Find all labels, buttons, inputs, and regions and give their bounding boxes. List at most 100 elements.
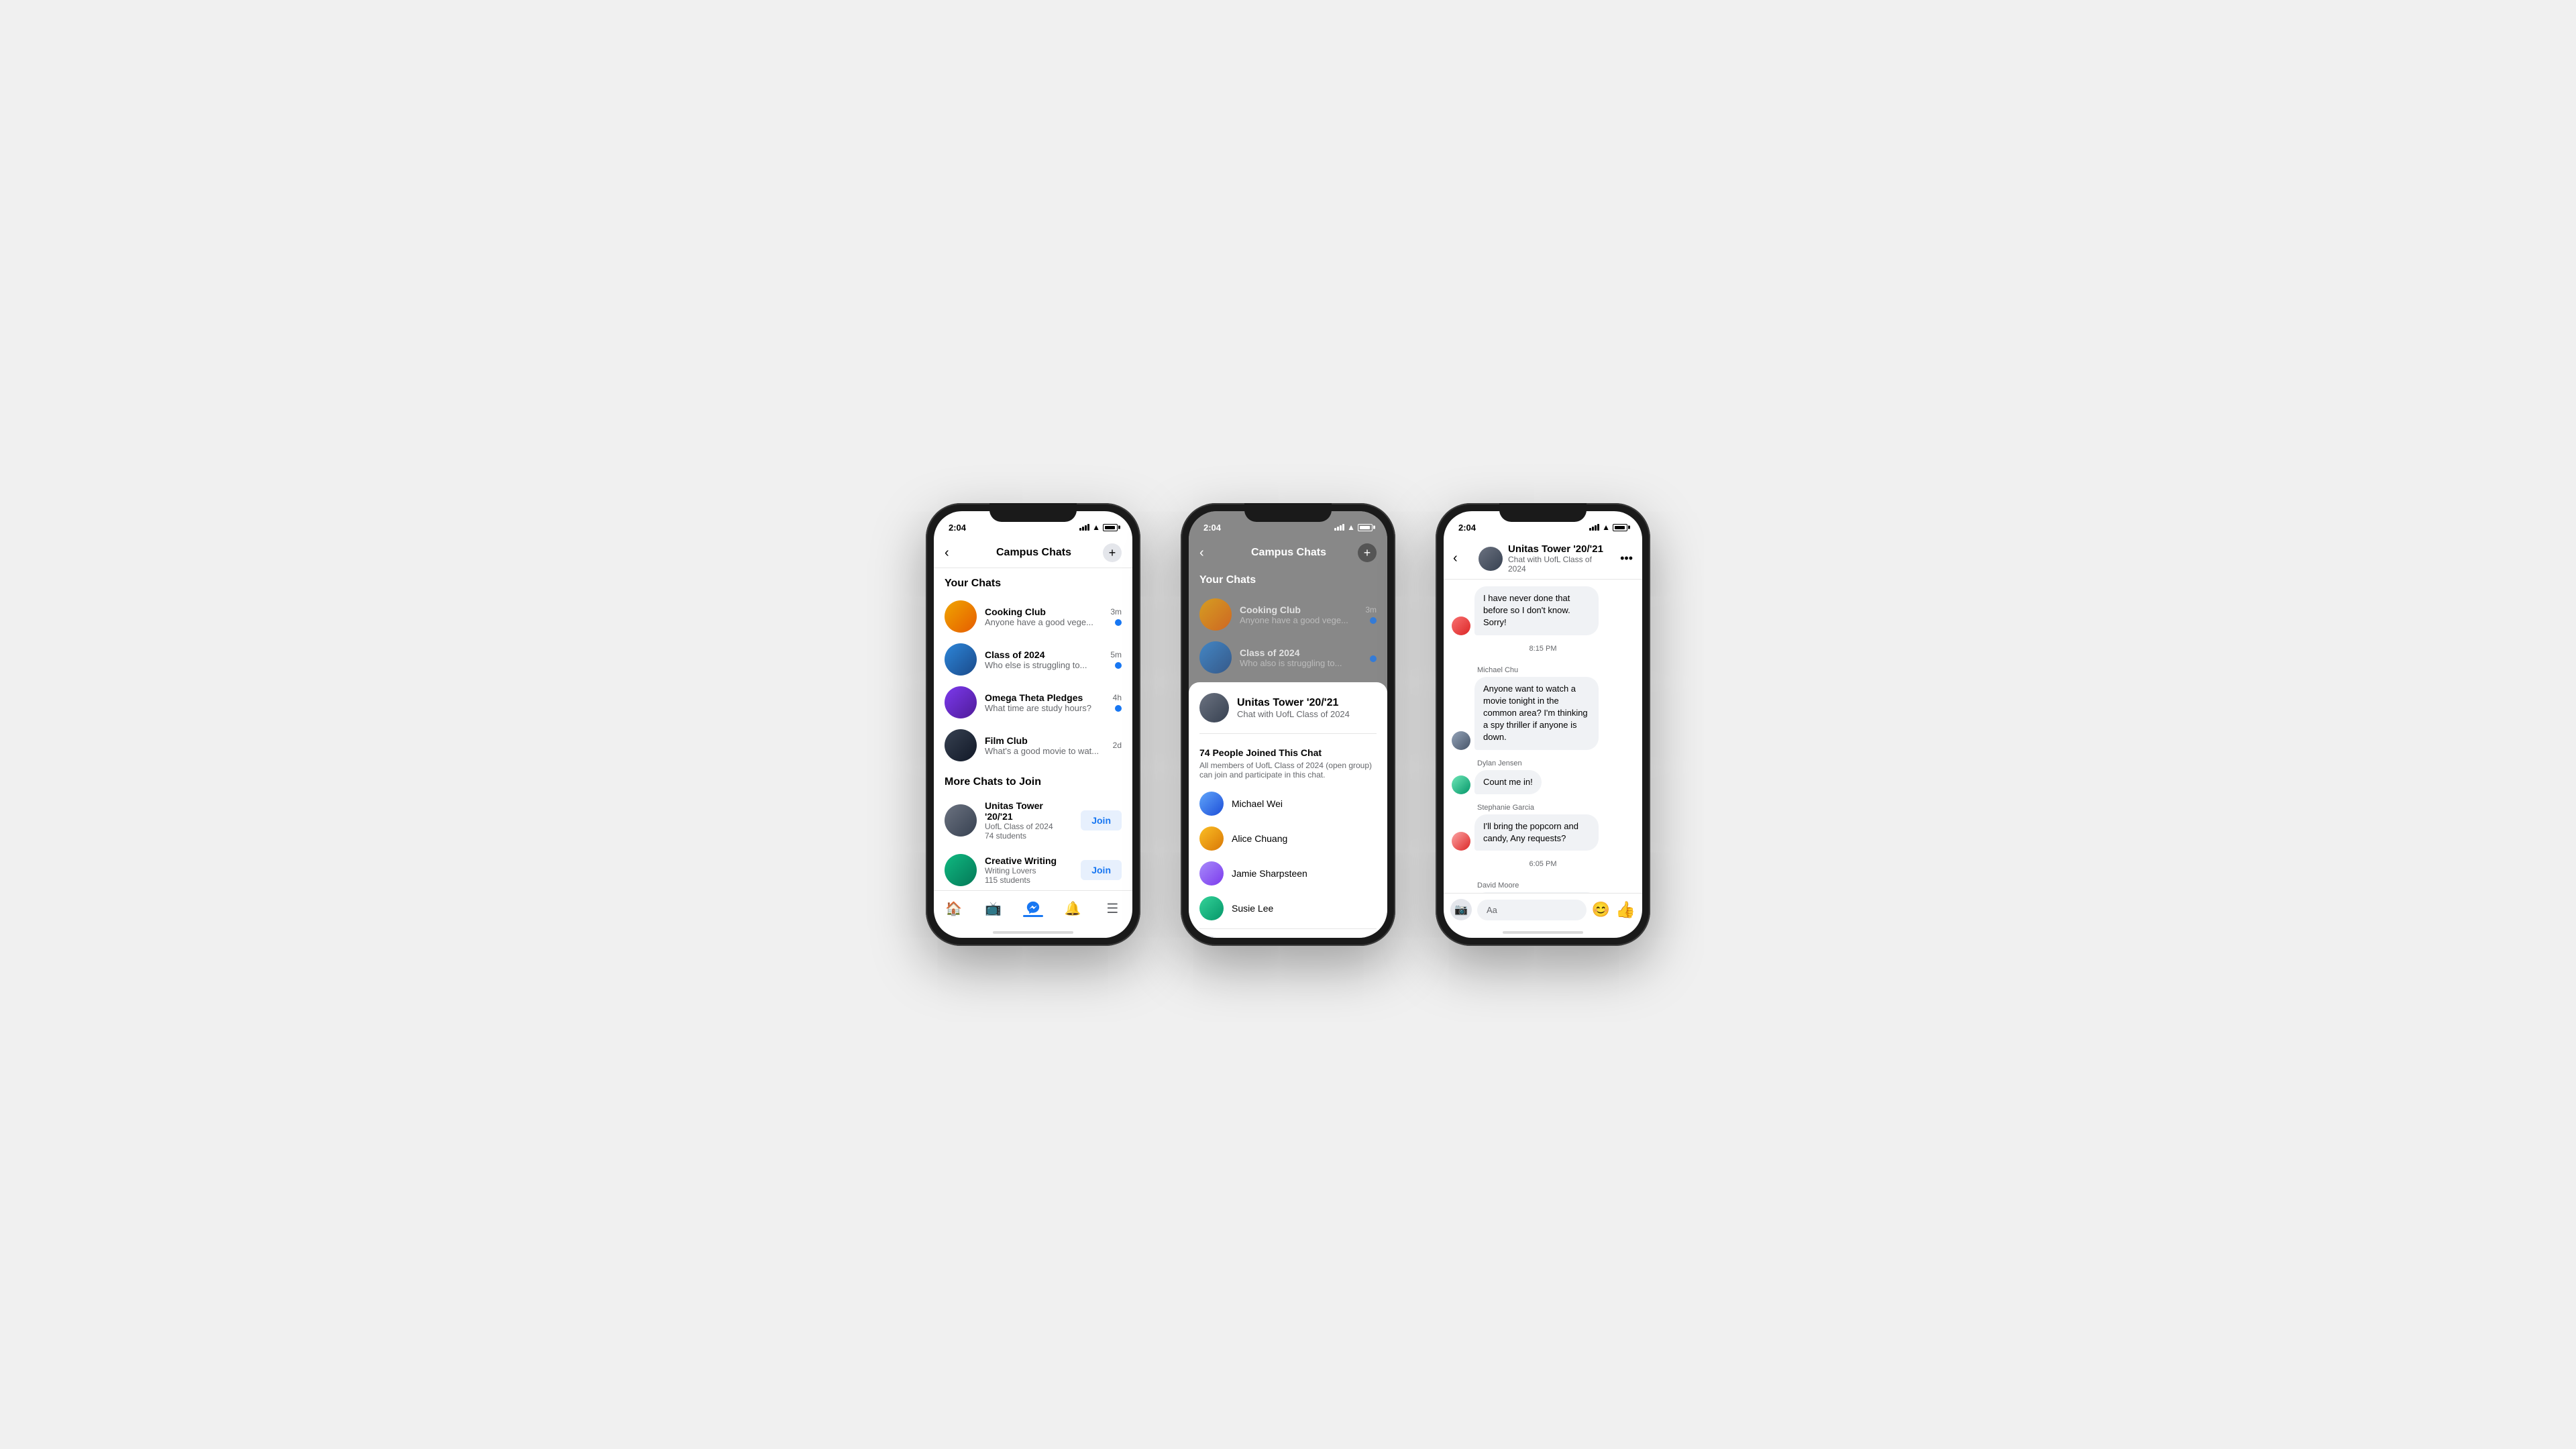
nav-menu[interactable]: ☰	[1099, 898, 1126, 919]
wifi-icon-2: ▲	[1347, 523, 1355, 532]
msg-sender-dylan: Dylan Jensen	[1477, 759, 1634, 767]
join-students-creative: 115 students	[985, 875, 1073, 885]
status-time-2: 2:04	[1203, 523, 1221, 533]
chat-meta-cooking: 3m	[1110, 607, 1122, 626]
chat-item-omega[interactable]: Omega Theta Pledges What time are study …	[934, 681, 1132, 724]
msg-bubble-dylan: Count me in!	[1474, 770, 1542, 794]
msg-row-dylan: Count me in!	[1452, 770, 1634, 794]
msg-bubble-1: I have never done that before so I don't…	[1474, 586, 1599, 635]
phone-3-screen: 2:04 ▲ ‹ Unitas Tower '20/'21 Chat	[1444, 511, 1642, 938]
status-time-3: 2:04	[1458, 523, 1476, 533]
chat-header-3: ‹ Unitas Tower '20/'21 Chat with UofL Cl…	[1444, 538, 1642, 580]
push-notif-left: 🔔 Push Notifications On	[1199, 936, 1310, 938]
scene: 2:04 ▲ ‹ Campus Chats +	[885, 463, 1690, 986]
message-input[interactable]: Aa	[1477, 900, 1587, 920]
chat-info-cooking-2: Cooking Club Anyone have a good vege...	[1240, 604, 1357, 625]
avatar-creative	[945, 854, 977, 886]
nav-watch[interactable]: 📺	[980, 898, 1007, 919]
more-chats-header: More Chats to Join	[934, 767, 1132, 794]
nav-notifications[interactable]: 🔔	[1059, 898, 1086, 919]
chat-time-omega: 4h	[1113, 693, 1122, 702]
join-name-creative: Creative Writing	[985, 855, 1073, 866]
back-button-1[interactable]: ‹	[945, 545, 965, 561]
chat-meta-class2024-2	[1370, 653, 1377, 662]
join-name-unitas: Unitas Tower '20/'21	[985, 800, 1073, 822]
chat-header-avatar	[1479, 547, 1503, 571]
msg-avatar-mchu	[1452, 731, 1470, 750]
chat-meta-cooking-2: 3m	[1365, 605, 1377, 624]
add-button-2[interactable]: +	[1358, 543, 1377, 562]
unread-dot-class2024-2	[1370, 655, 1377, 662]
chat-time-class2024: 5m	[1110, 650, 1122, 659]
dark-top-section: 2:04 ▲ ‹ Campus Chats	[1189, 511, 1387, 679]
status-icons-1: ▲	[1079, 523, 1118, 532]
chat-item-class2024[interactable]: Class of 2024 Who else is struggling to.…	[934, 638, 1132, 681]
more-options-button[interactable]: •••	[1613, 551, 1633, 566]
chat-info-cooking: Cooking Club Anyone have a good vege...	[985, 606, 1102, 627]
avatar-alice	[1199, 826, 1224, 851]
msg-sender-stephanie: Stephanie Garcia	[1477, 804, 1634, 812]
chat-preview-film: What's a good movie to wat...	[985, 746, 1105, 756]
blurred-chat-class2024: Class of 2024 Who also is struggling to.…	[1189, 636, 1387, 679]
modal-chat-sub: Chat with UofL Class of 2024	[1237, 709, 1350, 719]
add-icon-2: +	[1364, 546, 1371, 560]
status-icons-3: ▲	[1589, 523, 1627, 532]
add-button-1[interactable]: +	[1103, 543, 1122, 562]
join-info-unitas: Unitas Tower '20/'21 UofL Class of 2024 …	[985, 800, 1073, 841]
modal-avatar	[1199, 693, 1229, 722]
chat-name-class2024-2: Class of 2024	[1240, 647, 1362, 658]
avatar-michael	[1199, 792, 1224, 816]
phone-2-screen: 2:04 ▲ ‹ Campus Chats	[1189, 511, 1387, 938]
join-item-unitas[interactable]: Unitas Tower '20/'21 UofL Class of 2024 …	[934, 794, 1132, 847]
msg-bubble-stephanie: I'll bring the popcorn and candy, Any re…	[1474, 814, 1599, 851]
member-name-alice: Alice Chuang	[1232, 833, 1287, 844]
camera-button[interactable]: 📷	[1450, 899, 1472, 920]
msg-bubble-mchu: Anyone want to watch a movie tonight in …	[1474, 677, 1599, 750]
avatar-class2024-2	[1199, 641, 1232, 674]
push-notif-text: Push Notifications On	[1228, 936, 1310, 938]
chat-header-name: Unitas Tower '20/'21	[1508, 543, 1607, 555]
chat-info-class2024: Class of 2024 Who else is struggling to.…	[985, 649, 1102, 670]
blurred-chat-cooking: Cooking Club Anyone have a good vege... …	[1189, 593, 1387, 636]
chat-meta-omega: 4h	[1113, 693, 1122, 712]
msg-row-mchu: Anyone want to watch a movie tonight in …	[1452, 677, 1634, 750]
scroll-content-1: Your Chats Cooking Club Anyone have a go…	[934, 568, 1132, 890]
messages-area: I have never done that before so I don't…	[1444, 580, 1642, 893]
chat-preview-class2024-2: Who also is struggling to...	[1240, 658, 1362, 668]
avatar-cooking-2	[1199, 598, 1232, 631]
chat-time-cooking: 3m	[1110, 607, 1122, 616]
modal-card: Unitas Tower '20/'21 Chat with UofL Clas…	[1189, 682, 1387, 938]
msg-avatar-dylan	[1452, 775, 1470, 794]
members-desc: All members of UofL Class of 2024 (open …	[1199, 761, 1377, 786]
back-button-2[interactable]: ‹	[1199, 545, 1220, 561]
msg-row-1: I have never done that before so I don't…	[1452, 586, 1634, 635]
wifi-icon-1: ▲	[1092, 523, 1100, 532]
chat-header-sub: Chat with UofL Class of 2024	[1508, 555, 1607, 574]
modal-title-group: Unitas Tower '20/'21 Chat with UofL Clas…	[1237, 697, 1350, 719]
chat-meta-class2024: 5m	[1110, 650, 1122, 669]
msg-sender-david: David Moore	[1477, 881, 1634, 890]
time-divider-1: 8:15 PM	[1452, 639, 1634, 658]
avatar-class2024	[945, 643, 977, 676]
join-sub-creative: Writing Lovers	[985, 866, 1073, 875]
emoji-button[interactable]: 😊	[1592, 901, 1610, 918]
join-btn-unitas[interactable]: Join	[1081, 810, 1122, 830]
msg-avatar-1	[1452, 616, 1470, 635]
push-notif-title: Push Notifications	[1228, 936, 1310, 938]
join-info-creative: Creative Writing Writing Lovers 115 stud…	[985, 855, 1073, 885]
chat-item-cooking[interactable]: Cooking Club Anyone have a good vege... …	[934, 595, 1132, 638]
member-name-jamie: Jamie Sharpsteen	[1232, 868, 1307, 879]
join-item-creative[interactable]: Creative Writing Writing Lovers 115 stud…	[934, 847, 1132, 890]
chat-back-button[interactable]: ‹	[1453, 551, 1473, 566]
like-button[interactable]: 👍	[1615, 900, 1635, 920]
nav-messenger[interactable]	[1020, 898, 1046, 919]
notch-1	[989, 503, 1077, 522]
battery-icon-1	[1103, 524, 1118, 531]
nav-home[interactable]: 🏠	[941, 898, 967, 919]
chat-item-film[interactable]: Film Club What's a good movie to wat... …	[934, 724, 1132, 767]
chat-meta-film: 2d	[1113, 741, 1122, 750]
battery-icon-3	[1613, 524, 1627, 531]
member-name-michael: Michael Wei	[1232, 798, 1283, 809]
notch-2	[1244, 503, 1332, 522]
join-btn-creative[interactable]: Join	[1081, 860, 1122, 880]
